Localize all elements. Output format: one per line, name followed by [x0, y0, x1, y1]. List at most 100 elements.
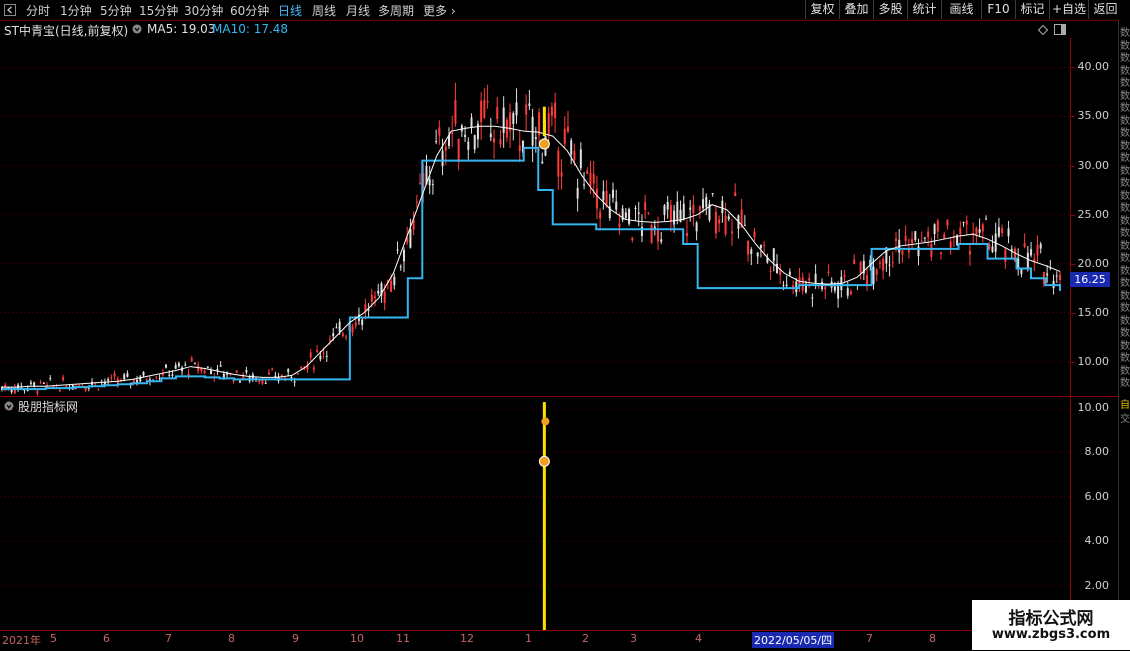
candle-body [968, 250, 971, 255]
date-label: 7 [165, 632, 172, 645]
price-chart[interactable] [0, 38, 1070, 396]
period-tab-1[interactable]: 1分钟 [60, 2, 92, 19]
candle-body [573, 150, 576, 161]
candle-body [264, 382, 267, 384]
back-button[interactable]: 返回 [1088, 0, 1122, 19]
period-tab-3[interactable]: 15分钟 [139, 2, 178, 19]
candle-body [103, 382, 106, 385]
multi-stock-button[interactable]: 多股 [873, 0, 907, 19]
settings-circle-icon[interactable] [132, 24, 142, 34]
price-tick-label: 35.00 [1077, 109, 1110, 123]
date-label: 10 [350, 632, 364, 645]
candle-body [901, 250, 904, 255]
candle-body [464, 134, 467, 138]
candle-body [390, 280, 393, 293]
candle-body [788, 271, 791, 275]
draw-line-button[interactable]: 画线 [941, 0, 981, 19]
side-info-strip: 数数数数数数数数数数数数数数数数数数数数数数数数数数数数数自交 [1118, 20, 1130, 630]
indicator-chart[interactable] [0, 397, 1070, 630]
candle-body [345, 336, 348, 338]
candle-body [756, 252, 759, 257]
candle-body [435, 141, 438, 143]
candle-body [685, 232, 688, 237]
period-tab-4[interactable]: 30分钟 [184, 2, 223, 19]
mark-button[interactable]: 标记 [1015, 0, 1049, 19]
candle-body [759, 244, 762, 249]
date-label: 2021年 [2, 634, 41, 647]
candle-body [502, 107, 505, 133]
candle-body [1026, 252, 1029, 269]
candle-body [351, 326, 354, 333]
candle-body [444, 146, 447, 151]
candle-body [743, 224, 746, 226]
candle-body [219, 365, 222, 367]
side-char: 数 [1120, 165, 1130, 177]
scroll-left-icon[interactable] [4, 4, 16, 16]
watermark-logo: 指标公式网 www.zbgs3.com [972, 600, 1130, 650]
candle-body [846, 288, 849, 296]
period-tab-9[interactable]: 多周期 [378, 2, 414, 19]
candle-body [849, 291, 852, 295]
period-tab-0[interactable]: 分时 [26, 2, 50, 19]
candle-body [827, 271, 830, 273]
period-tab-5[interactable]: 60分钟 [230, 2, 269, 19]
fuquan-button[interactable]: 复权 [805, 0, 839, 19]
date-label: 12 [460, 632, 474, 645]
candle-body [1030, 249, 1033, 256]
candle-body [190, 358, 193, 362]
diamond-icon[interactable] [1038, 25, 1048, 35]
candle-body [618, 223, 621, 227]
candle-body [165, 364, 168, 368]
candle-body [1001, 228, 1004, 234]
candle-body [615, 201, 618, 210]
watermark-title: 指标公式网 [1008, 609, 1094, 629]
candle-body [801, 277, 804, 291]
side-char: 数 [1120, 65, 1130, 77]
candle-body [583, 184, 586, 186]
period-tab-6[interactable]: 日线 [278, 2, 302, 19]
candle-body [1023, 243, 1026, 247]
period-tab-8[interactable]: 月线 [346, 2, 370, 19]
price-tick-mark [1071, 361, 1075, 363]
candle-body [730, 231, 733, 234]
candle-body [528, 103, 531, 106]
candle-body [210, 370, 213, 374]
date-label: 6 [103, 632, 110, 645]
candle-body [438, 127, 441, 136]
statistics-button[interactable]: 统计 [907, 0, 941, 19]
pointer-hand-icon [541, 417, 550, 426]
add-watchlist-button[interactable]: +自选 [1049, 0, 1088, 19]
moneybag-icon [538, 138, 550, 150]
period-tab-7[interactable]: 周线 [312, 2, 336, 19]
candle-body [579, 149, 582, 169]
candle-body [714, 211, 717, 234]
candle-body [605, 190, 608, 206]
period-tab-10[interactable]: 更多 › [423, 2, 456, 19]
candle-body [322, 352, 325, 354]
candle-body [473, 135, 476, 150]
candle-body [923, 237, 926, 239]
candle-body [193, 363, 196, 365]
overlay-button[interactable]: 叠加 [839, 0, 873, 19]
candle-body [409, 229, 412, 248]
candle-body [293, 381, 296, 383]
candle-body [505, 119, 508, 138]
indicator-axis: 10.00 8.00 6.00 4.00 2.00 [1070, 397, 1119, 630]
candle-body [997, 227, 1000, 237]
price-tick-mark [1071, 312, 1075, 314]
candle-body [949, 241, 952, 248]
candle-body [512, 113, 515, 124]
f10-button[interactable]: F10 [981, 0, 1015, 19]
watermark-url: www.zbgs3.com [991, 627, 1111, 642]
side-char: 交 [1120, 414, 1130, 425]
candle-body [965, 220, 968, 225]
period-tab-2[interactable]: 5分钟 [100, 2, 132, 19]
candle-body [300, 367, 303, 369]
ma10-line [2, 146, 1061, 391]
candle-body [419, 182, 422, 184]
candle-body [914, 231, 917, 241]
window-icon[interactable] [1054, 24, 1066, 35]
candle-body [647, 212, 650, 214]
candle-body [669, 205, 672, 222]
candle-body [650, 224, 653, 243]
